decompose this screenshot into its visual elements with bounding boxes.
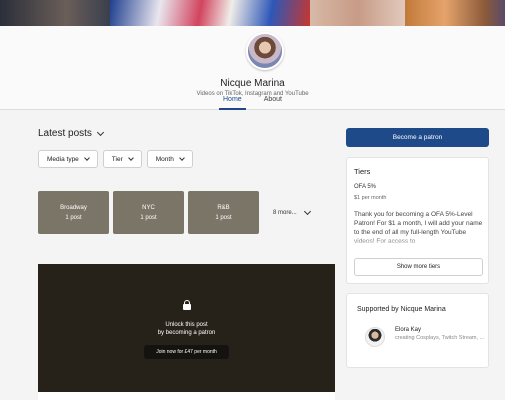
chevron-down-icon [96,128,104,136]
tab-about[interactable]: About [260,96,286,110]
description-fade [354,236,484,248]
more-collections-button[interactable]: 8 more... [273,207,311,216]
become-patron-button[interactable]: Become a patron [346,128,489,147]
filter-label: Month [155,155,174,163]
join-now-button[interactable]: Join now for £47 per month [144,345,229,359]
tiers-title: Tiers [354,167,371,176]
unlock-text: Unlock this post [165,322,208,328]
tab-home[interactable]: Home [219,96,246,110]
locked-post: Unlock this post by becoming a patron Jo… [38,264,335,392]
cover-image-segment [110,0,310,26]
page-tabs: Home About [0,96,505,110]
cover-image-segment [405,0,505,26]
collection-name: R&B [217,204,230,211]
collections-row: Broadway 1 post NYC 1 post R&B 1 post 8 … [38,191,311,234]
cover-image-segment [0,0,110,26]
cover-banner [0,0,505,26]
collection-card-nyc[interactable]: NYC 1 post [113,191,184,234]
unlock-subtext: by becoming a patron [157,330,216,336]
show-more-tiers-button[interactable]: Show more tiers [354,258,483,276]
chevron-down-icon [178,154,185,161]
filter-label: Media type [47,155,79,163]
chevron-down-icon [127,154,134,161]
filter-tier[interactable]: Tier [102,150,142,168]
collection-card-rnb[interactable]: R&B 1 post [188,191,259,234]
lock-icon [182,300,192,310]
creator-name: Nicque Marina [220,78,285,89]
tiers-card: Tiers OFA 5% $1 per month Thank you for … [346,157,489,284]
more-collections-label: 8 more... [273,209,297,216]
collection-count: 1 post [215,214,232,221]
post-filters: Media type Tier Month [38,150,193,168]
cover-image-segment [310,0,405,26]
chevron-down-icon [83,154,90,161]
collection-name: Broadway [60,204,87,211]
latest-posts-dropdown[interactable]: Latest posts [38,128,104,139]
collection-count: 1 post [65,214,82,221]
supported-by-card: Supported by Nicque Marina Elora Kay cre… [346,293,489,368]
tier-name: OFA 5% [354,184,377,190]
collection-count: 1 post [140,214,157,221]
supporter-description: creating Cosplays, Twitch Stream, ... [395,335,485,341]
section-title: Latest posts [38,128,92,139]
creator-avatar[interactable] [246,32,284,70]
filter-month[interactable]: Month [146,150,193,168]
filter-media-type[interactable]: Media type [38,150,98,168]
supporter-name[interactable]: Elora Kay [395,327,421,333]
filter-label: Tier [111,155,123,163]
collection-card-broadway[interactable]: Broadway 1 post [38,191,109,234]
supported-title: Supported by Nicque Marina [357,306,446,313]
post-footer [38,392,335,400]
supporter-avatar[interactable] [365,327,385,347]
collection-name: NYC [142,204,155,211]
tier-price: $1 per month [354,195,387,201]
chevron-down-icon [303,207,311,215]
